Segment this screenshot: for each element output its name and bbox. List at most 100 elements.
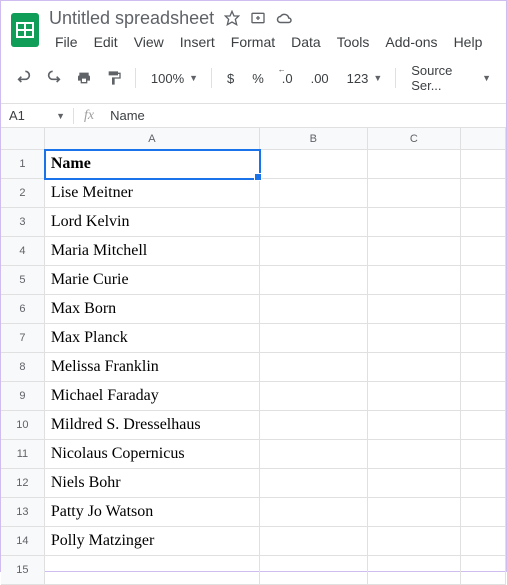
- cell[interactable]: Lord Kelvin: [45, 208, 260, 237]
- row-header[interactable]: 14: [1, 527, 45, 556]
- cell[interactable]: [461, 150, 506, 179]
- cell[interactable]: [260, 237, 368, 266]
- cell[interactable]: [461, 353, 506, 382]
- cell[interactable]: [260, 556, 368, 585]
- percent-button[interactable]: %: [245, 67, 271, 90]
- redo-icon[interactable]: [41, 66, 67, 90]
- row-header[interactable]: 15: [1, 556, 45, 585]
- cell[interactable]: [260, 324, 368, 353]
- row-header[interactable]: 13: [1, 498, 45, 527]
- cell[interactable]: [368, 295, 462, 324]
- row-header[interactable]: 4: [1, 237, 45, 266]
- col-header-d[interactable]: [461, 128, 506, 149]
- cell[interactable]: [461, 179, 506, 208]
- col-header-c[interactable]: C: [368, 128, 462, 149]
- name-box[interactable]: A1▼: [1, 108, 73, 123]
- menu-edit[interactable]: Edit: [88, 31, 124, 53]
- row-header[interactable]: 6: [1, 295, 45, 324]
- undo-icon[interactable]: [11, 66, 37, 90]
- cell[interactable]: [368, 324, 462, 353]
- cell[interactable]: [368, 498, 462, 527]
- menu-data[interactable]: Data: [285, 31, 327, 53]
- cell[interactable]: Polly Matzinger: [45, 527, 260, 556]
- cell[interactable]: [260, 498, 368, 527]
- cell[interactable]: [461, 469, 506, 498]
- increase-decimal-button[interactable]: .00: [304, 67, 336, 90]
- cloud-icon[interactable]: [276, 10, 294, 26]
- cell[interactable]: [461, 498, 506, 527]
- cell[interactable]: Niels Bohr: [45, 469, 260, 498]
- select-all-corner[interactable]: [1, 128, 45, 149]
- row-header[interactable]: 12: [1, 469, 45, 498]
- cell[interactable]: Melissa Franklin: [45, 353, 260, 382]
- currency-button[interactable]: $: [220, 67, 241, 90]
- row-header[interactable]: 11: [1, 440, 45, 469]
- cell[interactable]: [461, 324, 506, 353]
- cell[interactable]: [368, 382, 462, 411]
- row-header[interactable]: 5: [1, 266, 45, 295]
- cell[interactable]: [45, 556, 260, 585]
- row-header[interactable]: 2: [1, 179, 45, 208]
- menu-format[interactable]: Format: [225, 31, 281, 53]
- cell[interactable]: [461, 440, 506, 469]
- font-dropdown[interactable]: Source Ser...▼: [404, 59, 496, 97]
- cell[interactable]: [260, 266, 368, 295]
- cell[interactable]: Max Planck: [45, 324, 260, 353]
- cell[interactable]: Mildred S. Dresselhaus: [45, 411, 260, 440]
- menu-tools[interactable]: Tools: [331, 31, 376, 53]
- cell[interactable]: [368, 353, 462, 382]
- sheets-logo[interactable]: [9, 10, 41, 50]
- cell[interactable]: [260, 382, 368, 411]
- cell[interactable]: [461, 556, 506, 585]
- menu-view[interactable]: View: [128, 31, 170, 53]
- cell[interactable]: Lise Meitner: [45, 179, 260, 208]
- cell[interactable]: [461, 411, 506, 440]
- row-header[interactable]: 9: [1, 382, 45, 411]
- star-icon[interactable]: [224, 10, 240, 26]
- cell[interactable]: [260, 411, 368, 440]
- menu-help[interactable]: Help: [448, 31, 489, 53]
- col-header-a[interactable]: A: [45, 128, 260, 149]
- cell[interactable]: [461, 266, 506, 295]
- cell[interactable]: [260, 527, 368, 556]
- cell[interactable]: [260, 150, 368, 179]
- paint-format-icon[interactable]: [101, 66, 127, 90]
- menu-insert[interactable]: Insert: [174, 31, 221, 53]
- move-icon[interactable]: [250, 10, 266, 26]
- zoom-dropdown[interactable]: 100%▼: [144, 67, 203, 90]
- cell[interactable]: [368, 237, 462, 266]
- row-header[interactable]: 8: [1, 353, 45, 382]
- cell[interactable]: [368, 469, 462, 498]
- cell[interactable]: [368, 179, 462, 208]
- cell[interactable]: [260, 440, 368, 469]
- cell[interactable]: [461, 208, 506, 237]
- cell[interactable]: Maria Mitchell: [45, 237, 260, 266]
- cell[interactable]: [368, 266, 462, 295]
- number-format-dropdown[interactable]: 123▼: [340, 67, 388, 90]
- menu-file[interactable]: File: [49, 31, 84, 53]
- row-header[interactable]: 10: [1, 411, 45, 440]
- cell[interactable]: [368, 527, 462, 556]
- col-header-b[interactable]: B: [260, 128, 368, 149]
- cell[interactable]: [461, 237, 506, 266]
- cell[interactable]: Nicolaus Copernicus: [45, 440, 260, 469]
- cell[interactable]: [461, 295, 506, 324]
- cell[interactable]: [260, 208, 368, 237]
- row-header[interactable]: 1: [1, 150, 45, 179]
- decrease-decimal-button[interactable]: ←.0: [275, 67, 300, 90]
- cell[interactable]: [260, 295, 368, 324]
- cell[interactable]: [368, 556, 462, 585]
- cell[interactable]: [368, 440, 462, 469]
- row-header[interactable]: 7: [1, 324, 45, 353]
- print-icon[interactable]: [71, 66, 97, 90]
- cell[interactable]: Michael Faraday: [45, 382, 260, 411]
- cell[interactable]: [260, 469, 368, 498]
- cell[interactable]: [260, 353, 368, 382]
- cell[interactable]: [260, 179, 368, 208]
- menu-add-ons[interactable]: Add-ons: [379, 31, 443, 53]
- doc-title[interactable]: Untitled spreadsheet: [49, 8, 214, 29]
- cell[interactable]: [368, 208, 462, 237]
- cell[interactable]: [461, 382, 506, 411]
- cell[interactable]: Patty Jo Watson: [45, 498, 260, 527]
- formula-input[interactable]: Name: [104, 108, 151, 123]
